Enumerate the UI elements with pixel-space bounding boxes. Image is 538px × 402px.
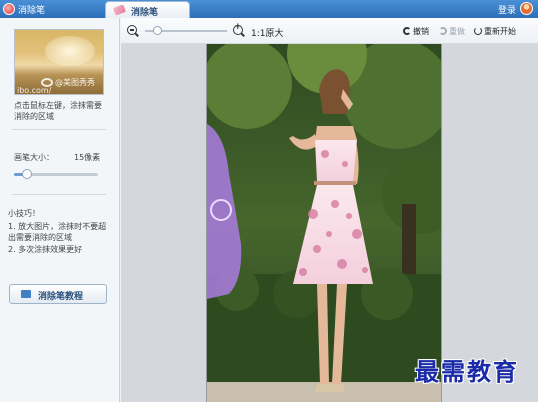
tutorial-button-label: 消除笔教程 xyxy=(38,292,84,302)
tip-item: 1. 放大图片，涂抹时不要超出需要消除的区域 xyxy=(8,222,107,242)
brush-size-handle[interactable] xyxy=(21,169,32,179)
zoom-out-icon[interactable] xyxy=(127,25,137,35)
app-title: 消除笔 xyxy=(18,6,46,16)
tutorial-button[interactable]: 消除笔教程 xyxy=(9,284,107,304)
watermark: 最需教育 xyxy=(415,357,519,386)
canvas-area[interactable]: 最需教育 xyxy=(121,44,538,402)
preview-thumbnail: @美图秀秀 ibo.com/ xyxy=(14,29,104,95)
user-avatar-icon[interactable] xyxy=(520,2,533,15)
redo-icon xyxy=(439,27,447,35)
undo-label: 撤销 xyxy=(413,27,429,36)
toolbar: 1:1原大 撤销 重做 重新开始 xyxy=(121,18,538,44)
brush-size-slider[interactable] xyxy=(14,169,98,179)
app-logo-icon xyxy=(3,3,15,15)
redo-button[interactable]: 重做 xyxy=(439,26,465,37)
title-bar: 消除笔 消除笔 登录 xyxy=(0,0,538,18)
original-size-button[interactable]: 1:1原大 xyxy=(251,26,284,39)
reset-icon xyxy=(474,27,482,35)
reset-button[interactable]: 重新开始 xyxy=(474,26,516,37)
usage-hint: 点击鼠标左键，涂抹需要消除的区域 xyxy=(14,101,102,121)
zoom-slider-handle[interactable] xyxy=(153,26,163,35)
video-icon xyxy=(21,290,31,298)
thumbnail-watermark-url: ibo.com/ xyxy=(17,86,52,95)
photo-image xyxy=(207,44,441,402)
divider xyxy=(12,129,106,130)
undo-button[interactable]: 撤销 xyxy=(403,26,429,37)
photo[interactable] xyxy=(206,44,442,402)
tips-title: 小技巧！ xyxy=(8,209,40,218)
eraser-icon xyxy=(112,4,127,16)
login-link[interactable]: 登录 xyxy=(498,3,516,16)
reset-label: 重新开始 xyxy=(484,27,516,36)
zoom-slider[interactable] xyxy=(145,26,227,35)
brush-size-value: 15像素 xyxy=(74,153,101,162)
left-panel: @美图秀秀 ibo.com/ 点击鼠标左键，涂抹需要消除的区域 画笔大小： 15… xyxy=(0,18,120,402)
redo-label: 重做 xyxy=(449,27,465,36)
zoom-in-icon[interactable] xyxy=(233,22,243,35)
undo-icon xyxy=(403,27,411,35)
thumbnail-sky xyxy=(45,36,95,66)
tab-eraser[interactable]: 消除笔 xyxy=(105,1,190,18)
brush-size-label: 画笔大小： xyxy=(14,153,54,162)
tab-label: 消除笔 xyxy=(131,8,159,18)
thumbnail-watermark: @美图秀秀 xyxy=(55,78,95,87)
tip-item: 2. 多次涂抹效果更好 xyxy=(8,245,83,254)
divider xyxy=(12,194,106,195)
